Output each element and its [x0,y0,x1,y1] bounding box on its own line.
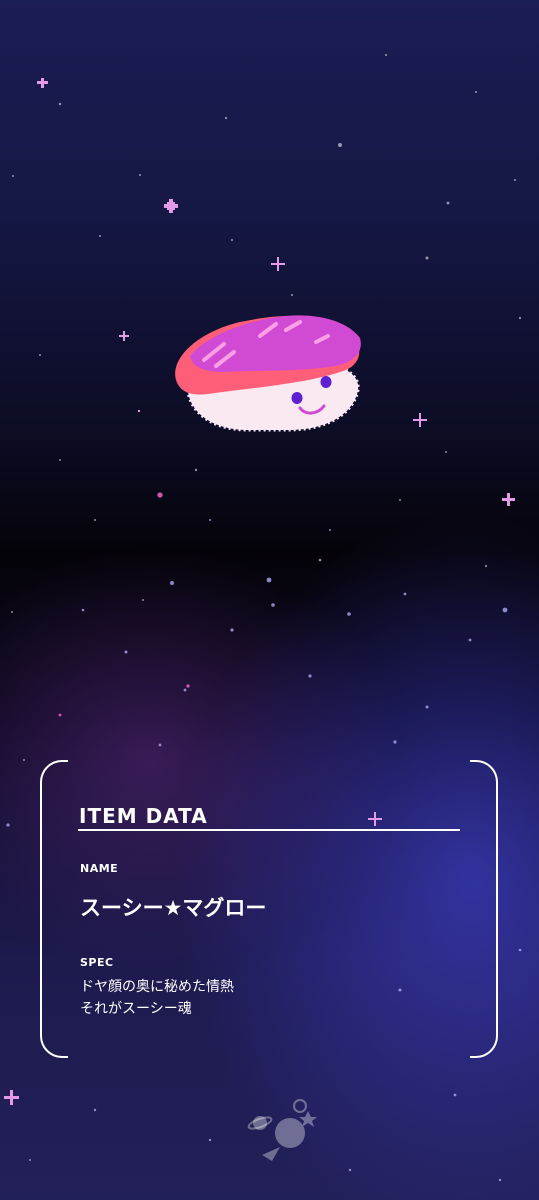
spec-label: SPEC [80,956,114,969]
space-planet-logo-icon [247,1099,317,1161]
item-name: スーシー★マグロー [80,896,267,920]
card-right-bracket [470,760,498,1058]
card-left-bracket [40,760,68,1058]
spec-line: それがスーシー魂 [80,1001,192,1017]
title-divider [78,829,460,831]
spec-line: ドヤ顔の奥に秘めた情熱 [80,979,234,995]
name-label: NAME [80,862,119,875]
maguro-sushi-character-icon [175,315,361,432]
item-data-card: ITEM DATA NAME スーシー★マグロー SPEC ドヤ顔の奥に秘めた情… [40,760,498,1058]
card-title: ITEM DATA [79,804,208,828]
